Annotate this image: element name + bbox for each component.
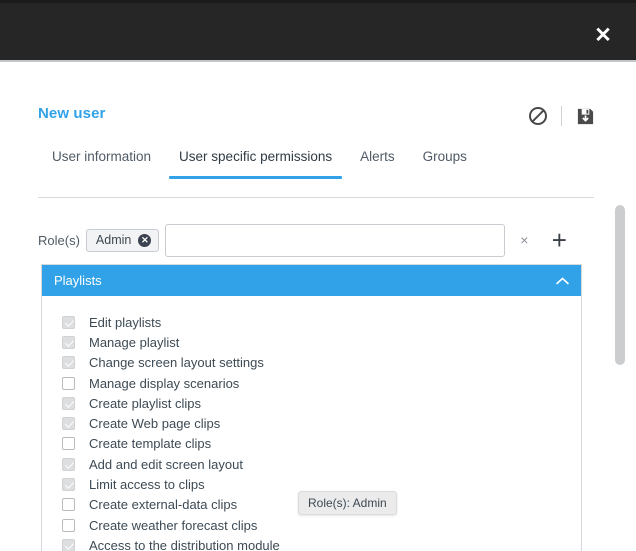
role-chip-admin[interactable]: Admin ✕ xyxy=(85,228,160,252)
permission-row[interactable]: Create Web page clips xyxy=(42,413,581,433)
permission-label: Create playlist clips xyxy=(89,395,201,411)
permission-label: Create weather forecast clips xyxy=(89,517,258,533)
chevron-up-icon[interactable] xyxy=(556,275,569,287)
scrollbar-thumb[interactable] xyxy=(615,205,625,365)
permission-label: Manage display scenarios xyxy=(89,375,240,391)
permission-label: Add and edit screen layout xyxy=(89,456,243,472)
checkbox-unchecked-icon[interactable] xyxy=(62,518,75,532)
roles-label: Role(s) xyxy=(38,232,80,248)
checkbox-checked-icon[interactable] xyxy=(62,538,75,551)
permission-row[interactable]: Change screen layout settings xyxy=(42,353,581,373)
permission-row[interactable]: Manage display scenarios xyxy=(42,373,581,393)
add-icon[interactable]: + xyxy=(548,227,570,253)
cancel-icon[interactable] xyxy=(521,102,555,130)
checkbox-unchecked-icon[interactable] xyxy=(62,437,75,451)
permission-label: Limit access to clips xyxy=(89,477,205,493)
checkbox-checked-icon[interactable] xyxy=(62,356,75,370)
permission-row[interactable]: Create template clips xyxy=(42,434,581,454)
role-search-input[interactable] xyxy=(165,223,506,257)
window-titlebar: ✕ xyxy=(0,0,636,62)
header-divider xyxy=(561,106,562,126)
checkbox-checked-icon[interactable] xyxy=(62,478,75,492)
permission-label: Change screen layout settings xyxy=(89,355,264,371)
permission-row[interactable]: Edit playlists xyxy=(42,312,581,332)
permission-row[interactable]: Access to the distribution module xyxy=(42,535,581,551)
page-header: New user xyxy=(38,102,602,132)
tab-alerts[interactable]: Alerts xyxy=(346,147,409,179)
tab-bar: User information User specific permissio… xyxy=(38,147,636,183)
permissions-group-header-playlists[interactable]: Playlists xyxy=(42,265,581,296)
save-icon[interactable] xyxy=(568,102,602,130)
permission-label: Manage playlist xyxy=(89,334,180,350)
user-editor-dialog: ✕ New user User information User specifi… xyxy=(0,0,636,551)
permission-label: Edit playlists xyxy=(89,314,162,330)
permission-row[interactable]: Add and edit screen layout xyxy=(42,454,581,474)
permission-label: Create external-data clips xyxy=(89,497,238,513)
section-divider xyxy=(38,197,594,198)
permission-row[interactable]: Create weather forecast clips xyxy=(42,515,581,535)
role-chip-label: Admin xyxy=(95,233,132,247)
tab-user-information[interactable]: User information xyxy=(38,147,165,179)
page-title: New user xyxy=(38,105,106,122)
permission-label: Create Web page clips xyxy=(89,416,221,432)
tab-groups[interactable]: Groups xyxy=(409,147,481,179)
role-tooltip: Role(s): Admin xyxy=(298,491,397,515)
permission-row[interactable]: Create playlist clips xyxy=(42,393,581,413)
permissions-group-title: Playlists xyxy=(54,273,102,288)
checkbox-unchecked-icon[interactable] xyxy=(62,376,75,390)
dialog-body: New user User information User specific … xyxy=(0,64,636,551)
close-icon[interactable]: ✕ xyxy=(588,20,618,50)
roles-row: Role(s) Admin ✕ × + xyxy=(38,223,570,257)
tab-user-specific-permissions[interactable]: User specific permissions xyxy=(165,147,346,179)
header-actions xyxy=(521,102,602,130)
permission-label: Create template clips xyxy=(89,436,212,452)
checkbox-unchecked-icon[interactable] xyxy=(62,498,75,512)
scrollbar-track[interactable] xyxy=(615,197,625,551)
checkbox-checked-icon[interactable] xyxy=(62,396,75,410)
permission-label: Access to the distribution module xyxy=(89,537,280,551)
checkbox-checked-icon[interactable] xyxy=(62,457,75,471)
checkbox-checked-icon[interactable] xyxy=(62,335,75,349)
clear-icon[interactable]: × xyxy=(516,232,532,248)
close-icon[interactable]: ✕ xyxy=(138,233,152,247)
permission-row[interactable]: Manage playlist xyxy=(42,332,581,352)
checkbox-checked-icon[interactable] xyxy=(62,315,75,329)
checkbox-checked-icon[interactable] xyxy=(62,417,75,431)
